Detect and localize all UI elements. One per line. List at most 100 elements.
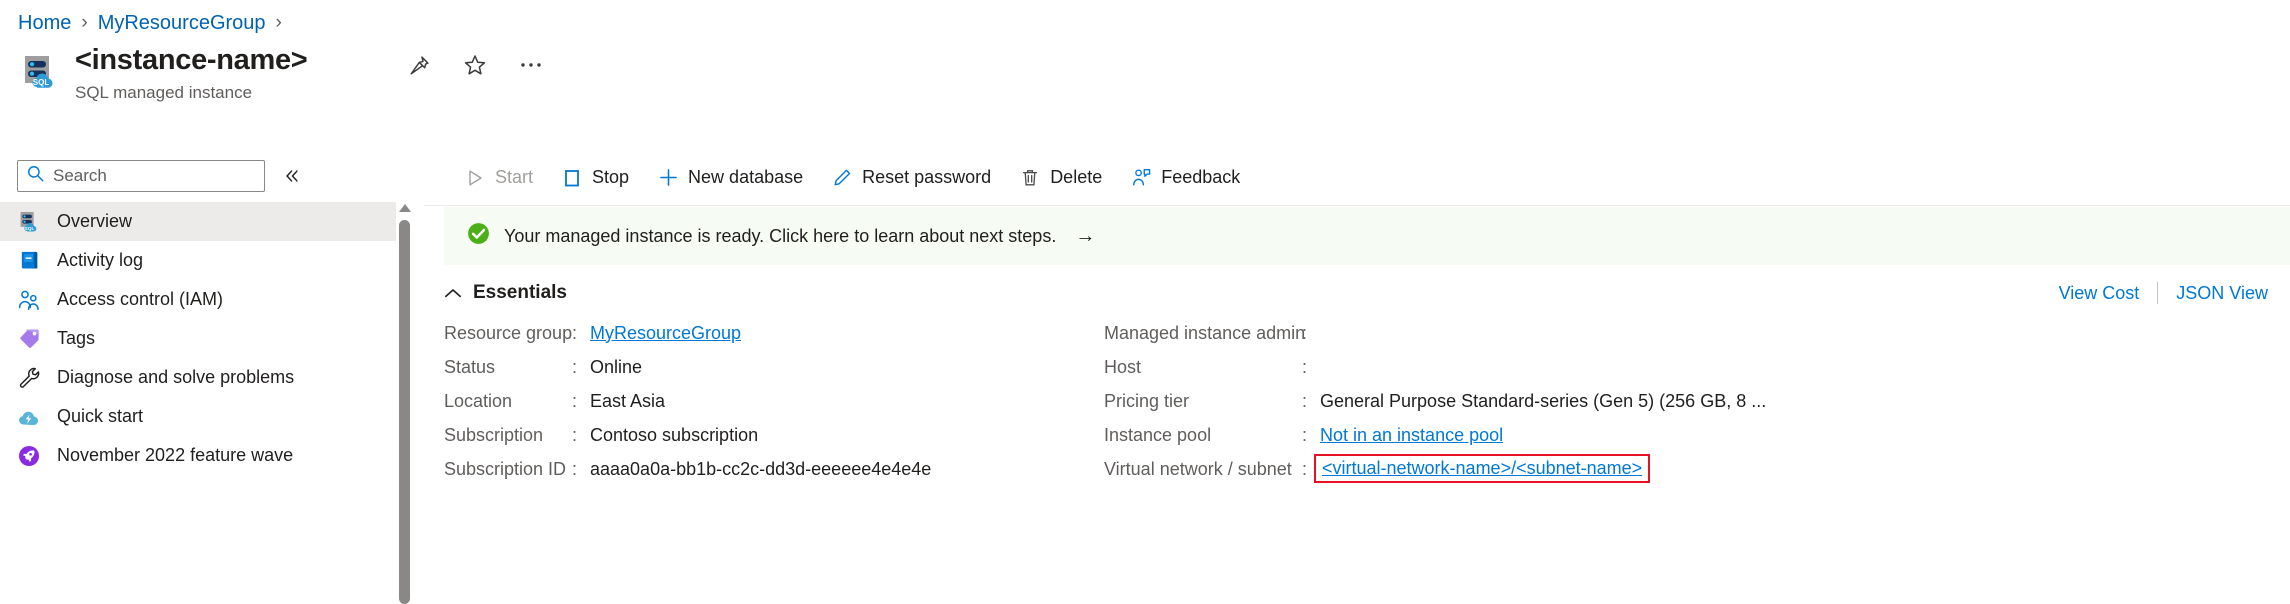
new-database-button-label: New database: [688, 167, 804, 187]
property-row-subscription-id: Subscription ID : aaaa0a0a-bb1b-cc2c-dd3…: [444, 452, 1104, 486]
new-database-button[interactable]: New database: [643, 158, 817, 198]
links-divider: [2157, 282, 2159, 304]
location-value: East Asia: [590, 390, 666, 411]
rocket-icon: [16, 443, 42, 469]
sidebar-item-quick-start[interactable]: Quick start: [0, 397, 396, 436]
page-title: <instance-name>: [75, 44, 308, 76]
sidebar-item-label: Access control (IAM): [57, 289, 224, 309]
feedback-button-label: Feedback: [1161, 167, 1241, 187]
property-colon: :: [572, 322, 578, 343]
access-control-icon: [16, 287, 42, 313]
delete-button[interactable]: Delete: [1005, 158, 1116, 198]
property-colon: :: [572, 424, 578, 445]
sidebar-item-label: Overview: [57, 211, 133, 231]
essentials-collapse-toggle[interactable]: Essentials: [444, 282, 567, 304]
search-input[interactable]: [53, 166, 256, 186]
plus-icon: [657, 167, 679, 189]
command-toolbar: Start Stop New database Reset password D…: [424, 150, 2290, 206]
resource-header: SQL <instance-name> SQL managed instance: [18, 44, 541, 104]
sidebar-item-label: Quick start: [57, 406, 144, 426]
property-label: Subscription ID: [444, 458, 567, 479]
collapse-rail-icon[interactable]: [279, 164, 305, 188]
success-check-icon: [466, 221, 491, 251]
breadcrumb-item-home[interactable]: Home: [18, 12, 71, 35]
stop-button-label: Stop: [592, 167, 630, 187]
property-colon: :: [572, 458, 578, 479]
arrow-right-icon: →: [1075, 224, 1096, 247]
pricing-tier-value: General Purpose Standard-series (Gen 5) …: [1320, 390, 1767, 411]
sidebar-item-access-control[interactable]: Access control (IAM): [0, 280, 396, 319]
property-label: Subscription: [444, 424, 544, 445]
json-view-link[interactable]: JSON View: [2176, 283, 2268, 304]
stop-button[interactable]: Stop: [547, 158, 643, 198]
property-row-subscription: Subscription : Contoso subscription: [444, 418, 1104, 452]
main-content: Start Stop New database Reset password D…: [424, 150, 2290, 604]
favorite-star-icon[interactable]: [462, 52, 488, 78]
breadcrumb: Home › MyResourceGroup ›: [18, 6, 282, 40]
start-button-label: Start: [495, 167, 534, 187]
view-cost-link[interactable]: View Cost: [2059, 283, 2140, 304]
sidebar-item-label: November 2022 feature wave: [57, 445, 294, 465]
status-banner[interactable]: Your managed instance is ready. Click he…: [444, 207, 2290, 265]
sidebar-item-feature-wave[interactable]: November 2022 feature wave: [0, 436, 396, 475]
essentials-properties: Resource group : MyResourceGroup Status …: [444, 316, 2278, 486]
svg-text:SQL: SQL: [33, 78, 50, 87]
virtual-network-subnet-link[interactable]: <virtual-network-name>/<subnet-name>: [1314, 453, 1651, 484]
sidebar-nav: SQL Overview Activity log Access control…: [0, 202, 396, 475]
essentials-left-column: Resource group : MyResourceGroup Status …: [444, 316, 1104, 486]
status-value: Online: [590, 356, 643, 377]
property-colon: :: [1302, 390, 1308, 411]
property-row-location: Location : East Asia: [444, 384, 1104, 418]
reset-password-button-label: Reset password: [862, 167, 992, 187]
trash-icon: [1019, 167, 1041, 189]
sidebar: SQL Overview Activity log: [0, 150, 424, 604]
property-label: Managed instance admin: [1104, 322, 1306, 343]
sidebar-item-label: Diagnose and solve problems: [57, 367, 295, 387]
search-box[interactable]: [17, 160, 265, 192]
property-label: Virtual network / subnet: [1104, 458, 1292, 479]
essentials-links: View Cost JSON View: [2059, 282, 2268, 304]
delete-button-label: Delete: [1050, 167, 1103, 187]
start-button[interactable]: Start: [450, 158, 547, 198]
property-row-host: Host :: [1104, 350, 2278, 384]
property-row-resource-group: Resource group : MyResourceGroup: [444, 316, 1104, 350]
pencil-icon: [831, 167, 853, 189]
property-row-virtual-network-subnet: Virtual network / subnet : <virtual-netw…: [1104, 452, 2278, 486]
svg-text:SQL: SQL: [24, 226, 34, 232]
property-colon: :: [1302, 356, 1308, 377]
property-label: Location: [444, 390, 513, 411]
feedback-button[interactable]: Feedback: [1116, 158, 1254, 198]
more-ellipsis-icon[interactable]: [518, 52, 544, 78]
sidebar-scrollbar[interactable]: [396, 202, 414, 604]
chevron-up-icon: [444, 285, 462, 302]
reset-password-button[interactable]: Reset password: [817, 158, 1005, 198]
subscription-value: Contoso subscription: [590, 424, 759, 445]
property-label: Instance pool: [1104, 424, 1212, 445]
sidebar-item-label: Activity log: [57, 250, 144, 270]
sidebar-item-diagnose[interactable]: Diagnose and solve problems: [0, 358, 396, 397]
instance-pool-link[interactable]: Not in an instance pool: [1320, 425, 1503, 446]
sidebar-item-activity-log[interactable]: Activity log: [0, 241, 396, 280]
sidebar-item-tags[interactable]: Tags: [0, 319, 396, 358]
property-row-instance-pool: Instance pool : Not in an instance pool: [1104, 418, 2278, 452]
property-label: Pricing tier: [1104, 390, 1190, 411]
scrollbar-thumb[interactable]: [399, 220, 410, 604]
breadcrumb-separator-icon: ›: [275, 12, 282, 33]
sidebar-item-label: Tags: [57, 328, 96, 348]
resource-group-link[interactable]: MyResourceGroup: [590, 323, 741, 344]
pin-icon[interactable]: [406, 52, 432, 78]
property-row-status: Status : Online: [444, 350, 1104, 384]
quick-start-cloud-icon: [16, 404, 42, 430]
sidebar-item-overview[interactable]: SQL Overview: [0, 202, 396, 241]
property-colon: :: [572, 356, 578, 377]
search-icon: [26, 164, 45, 188]
scroll-up-arrow-icon[interactable]: [399, 204, 411, 212]
subscription-id-value: aaaa0a0a-bb1b-cc2c-dd3d-eeeeee4e4e4e: [590, 458, 932, 479]
stop-square-icon: [561, 167, 583, 189]
breadcrumb-item-resource-group[interactable]: MyResourceGroup: [98, 12, 266, 35]
essentials-header: Essentials View Cost JSON View: [444, 276, 2268, 310]
property-label: Resource group: [444, 322, 573, 343]
property-colon: :: [572, 390, 578, 411]
essentials-right-column: Managed instance admin : Host : Pricing …: [1104, 316, 2278, 486]
property-row-managed-instance-admin: Managed instance admin :: [1104, 316, 2278, 350]
